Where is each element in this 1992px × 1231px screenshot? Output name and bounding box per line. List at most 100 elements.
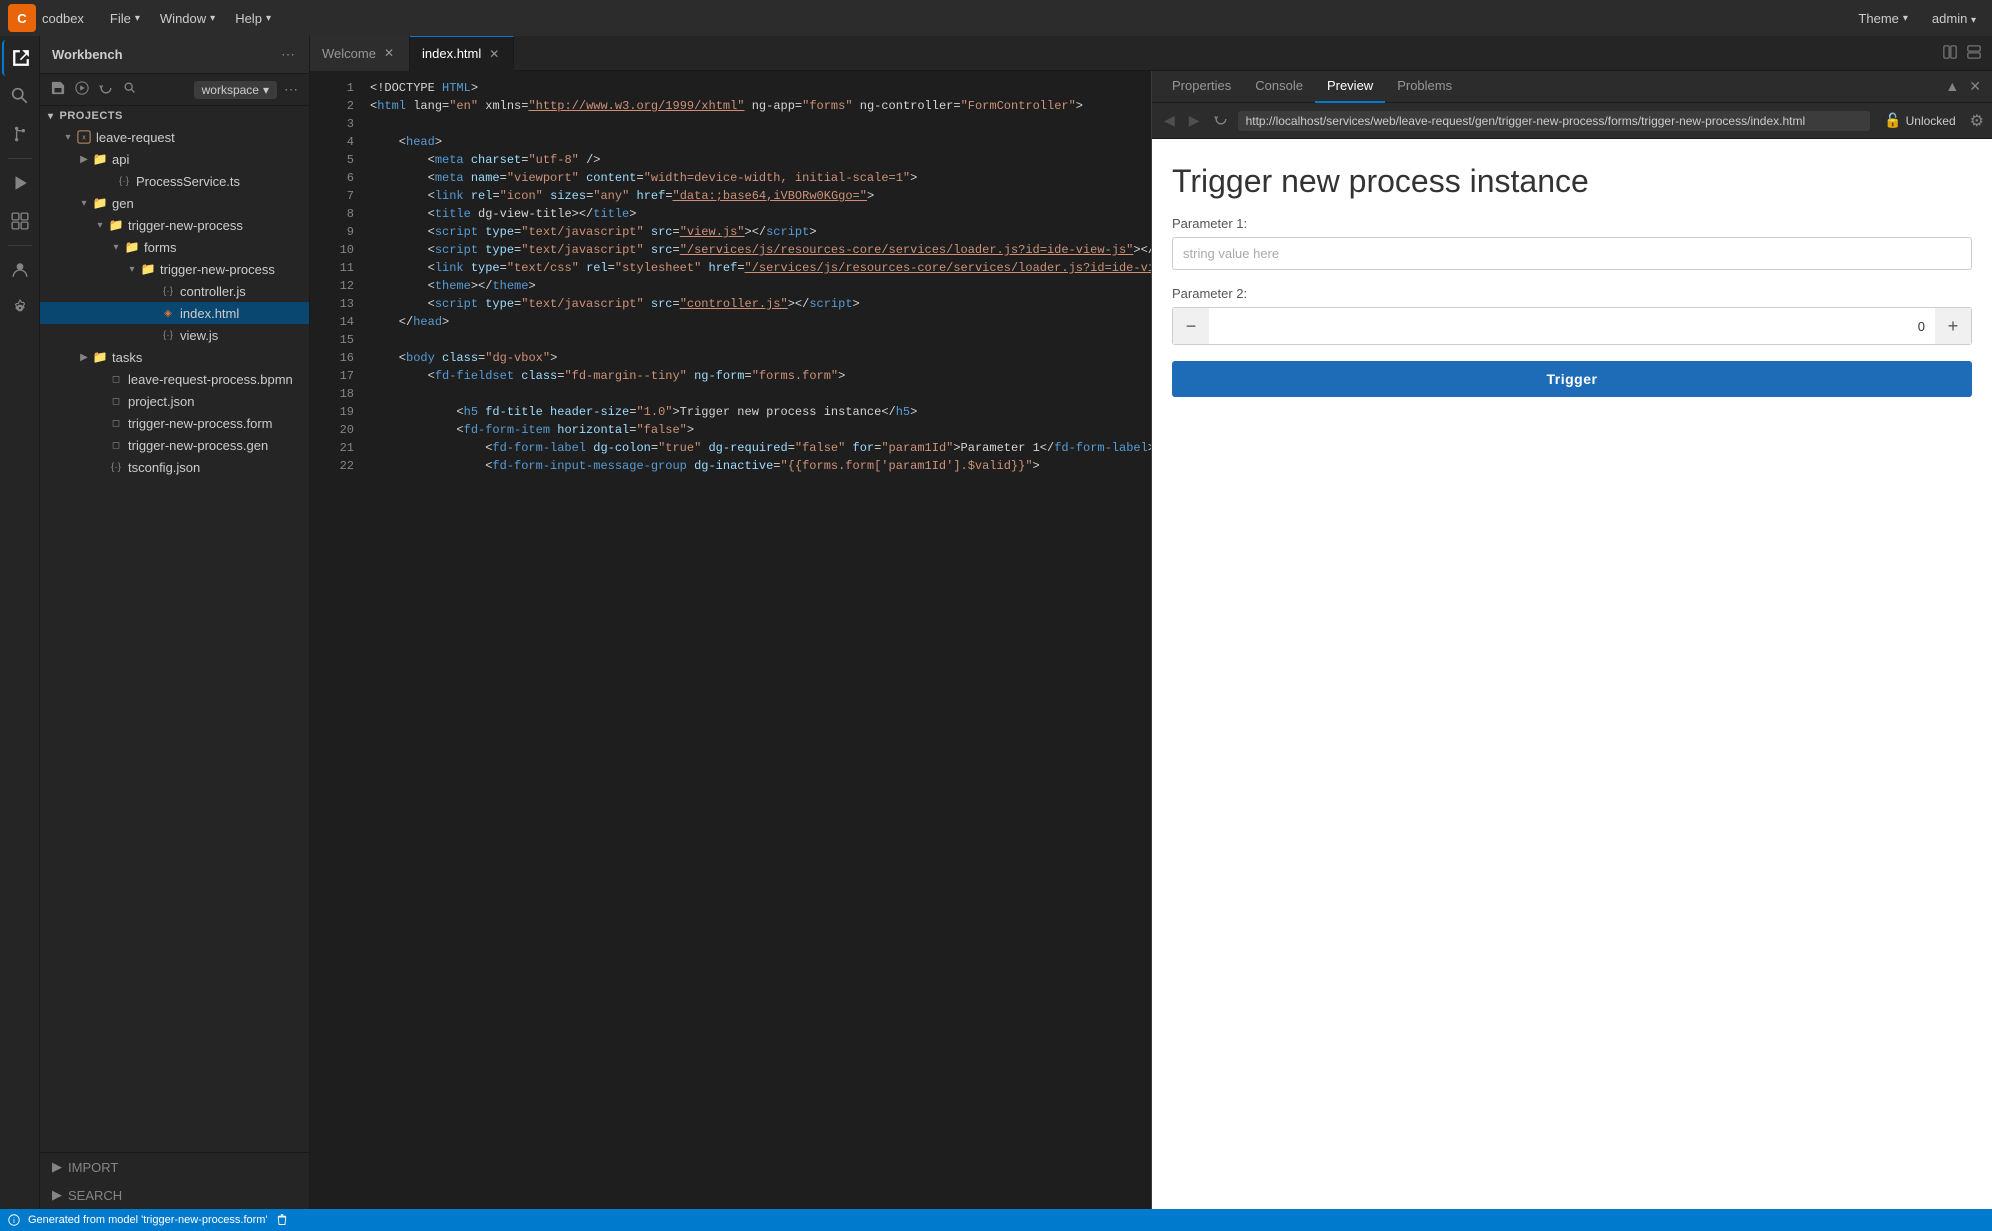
icon-leave-request: x [76, 129, 92, 145]
label-tnp2: trigger-new-process [160, 262, 275, 277]
menu-help[interactable]: Help ▾ [225, 0, 281, 36]
tab-console[interactable]: Console [1243, 71, 1315, 103]
label-projectjson: project.json [128, 394, 194, 409]
sidebar-bottom: ▶ IMPORT ▶ SEARCH [40, 1152, 309, 1209]
tree-item-processservice[interactable]: {·} ProcessService.ts [40, 170, 309, 192]
import-label: IMPORT [68, 1160, 118, 1175]
label-tnp: trigger-new-process [128, 218, 243, 233]
code-line-18: 18 [310, 385, 1151, 403]
tree-item-bpmn[interactable]: ◻ leave-request-process.bpmn [40, 368, 309, 390]
tree-item-forms[interactable]: ▾ 📁 forms [40, 236, 309, 258]
theme-selector[interactable]: Theme ▾ [1850, 11, 1916, 26]
preview-url-input[interactable] [1238, 111, 1871, 131]
preview-close-btn[interactable]: ✕ [1966, 75, 1984, 98]
tab-welcome[interactable]: Welcome ✕ [310, 36, 410, 71]
activity-explorer[interactable] [2, 40, 38, 76]
tree-item-leave-request[interactable]: ▾ x leave-request [40, 126, 309, 148]
label-indexhtml: index.html [180, 306, 239, 321]
tab-bar: Welcome ✕ index.html ✕ [310, 36, 1992, 71]
svg-text:x: x [82, 135, 86, 142]
tree-item-gen2[interactable]: ◻ trigger-new-process.gen [40, 434, 309, 456]
tab-problems[interactable]: Problems [1385, 71, 1464, 103]
activity-settings[interactable] [2, 290, 38, 326]
toolbar-refresh-btn[interactable] [96, 78, 116, 101]
search-section[interactable]: ▶ SEARCH [40, 1181, 309, 1209]
activity-account[interactable] [2, 252, 38, 288]
preview-refresh-btn[interactable] [1210, 110, 1232, 131]
preview-collapse-btn[interactable]: ▲ [1942, 75, 1962, 98]
tree-item-tasks[interactable]: ▶ 📁 tasks [40, 346, 309, 368]
code-line-14: 14 </head> [310, 313, 1151, 331]
tree-item-indexhtml[interactable]: ◈ index.html [40, 302, 309, 324]
tab-properties[interactable]: Properties [1160, 71, 1243, 103]
preview-forward-btn[interactable]: ▶ [1185, 110, 1204, 131]
tab-indexhtml[interactable]: index.html ✕ [410, 36, 514, 71]
activity-git[interactable] [2, 116, 38, 152]
preview-content: Trigger new process instance Parameter 1… [1152, 139, 1992, 1209]
activity-extensions[interactable] [2, 203, 38, 239]
code-editor[interactable]: 1 <!DOCTYPE HTML> 2 <html lang="en" xmln… [310, 71, 1151, 1209]
projects-section-header[interactable]: ▾ PROJECTS [40, 106, 309, 126]
tree-item-tnp2[interactable]: ▾ 📁 trigger-new-process [40, 258, 309, 280]
tree-item-form[interactable]: ◻ trigger-new-process.form [40, 412, 309, 434]
activity-debug[interactable] [2, 165, 38, 201]
menu-file[interactable]: File ▾ [100, 0, 150, 36]
param2-decrement-btn[interactable]: − [1173, 308, 1209, 344]
tree-item-gen[interactable]: ▾ 📁 gen [40, 192, 309, 214]
preview-tabs: Properties Console Preview Problems ▲ ✕ [1152, 71, 1992, 103]
toolbar-save-btn[interactable] [48, 78, 68, 101]
preview-form-title: Trigger new process instance [1172, 163, 1972, 200]
icon-gen-folder: 📁 [92, 195, 108, 211]
window-menu-chevron: ▾ [210, 13, 215, 24]
tree-item-api[interactable]: ▶ 📁 api [40, 148, 309, 170]
file-menu-chevron: ▾ [135, 13, 140, 24]
param1-input[interactable] [1172, 237, 1972, 270]
toolbar-search-btn[interactable] [120, 78, 140, 101]
sidebar-header-icons: ⋯ [279, 44, 297, 65]
tab-preview[interactable]: Preview [1315, 71, 1385, 103]
chevron-gen: ▾ [76, 195, 92, 211]
menu-window[interactable]: Window ▾ [150, 0, 225, 36]
toolbar-run-btn[interactable] [72, 78, 92, 101]
tree-item-tnp[interactable]: ▾ 📁 trigger-new-process [40, 214, 309, 236]
tree-item-viewjs[interactable]: {·} view.js [40, 324, 309, 346]
tree-item-controllerjs[interactable]: {·} controller.js [40, 280, 309, 302]
sidebar-more-icon[interactable]: ⋯ [279, 44, 297, 65]
preview-tab-actions: ▲ ✕ [1942, 75, 1984, 98]
tree-item-tsconfig[interactable]: {·} tsconfig.json [40, 456, 309, 478]
toolbar-more-btn[interactable]: ⋯ [281, 78, 301, 101]
admin-menu[interactable]: admin ▾ [1924, 11, 1984, 26]
import-section[interactable]: ▶ IMPORT [40, 1153, 309, 1181]
label-bpmn: leave-request-process.bpmn [128, 372, 293, 387]
status-delete-icon[interactable] [276, 1214, 288, 1226]
code-line-22: 22 <fd-form-input-message-group dg-inact… [310, 457, 1151, 475]
code-line-17: 17 <fd-fieldset class="fd-margin--tiny" … [310, 367, 1151, 385]
workspace-selector[interactable]: workspace ▾ [194, 81, 277, 99]
code-line-7: 7 <link rel="icon" sizes="any" href="dat… [310, 187, 1151, 205]
split-editor-btn[interactable] [1940, 42, 1960, 65]
label-viewjs: view.js [180, 328, 218, 343]
tree-item-projectjson[interactable]: ◻ project.json [40, 390, 309, 412]
sidebar-header: Workbench ⋯ [40, 36, 309, 74]
preview-settings-btn[interactable]: ⚙ [1970, 111, 1984, 131]
icon-tasks-folder: 📁 [92, 349, 108, 365]
param2-increment-btn[interactable]: + [1935, 308, 1971, 344]
label-gen2: trigger-new-process.gen [128, 438, 268, 453]
code-line-8: 8 <title dg-view-title></title> [310, 205, 1151, 223]
activity-search[interactable] [2, 78, 38, 114]
app-name: codbex [42, 11, 84, 26]
tab-welcome-close[interactable]: ✕ [382, 45, 396, 61]
label-tsconfig: tsconfig.json [128, 460, 200, 475]
trigger-button[interactable]: Trigger [1172, 361, 1972, 397]
code-line-5: 5 <meta charset="utf-8" /> [310, 151, 1151, 169]
preview-unlocked-btn[interactable]: 🔓 Unlocked [1876, 110, 1963, 131]
topbar-menu: File ▾ Window ▾ Help ▾ [100, 0, 281, 36]
code-line-11: 11 <link type="text/css" rel="stylesheet… [310, 259, 1151, 277]
tab-indexhtml-close[interactable]: ✕ [487, 46, 501, 62]
admin-chevron: ▾ [1971, 15, 1976, 26]
layout-btn[interactable] [1964, 42, 1984, 65]
workspace-chevron: ▾ [263, 83, 269, 97]
preview-back-btn[interactable]: ◀ [1160, 110, 1179, 131]
svg-text:i: i [13, 1216, 15, 1225]
param2-number-input: − 0 + [1172, 307, 1972, 345]
